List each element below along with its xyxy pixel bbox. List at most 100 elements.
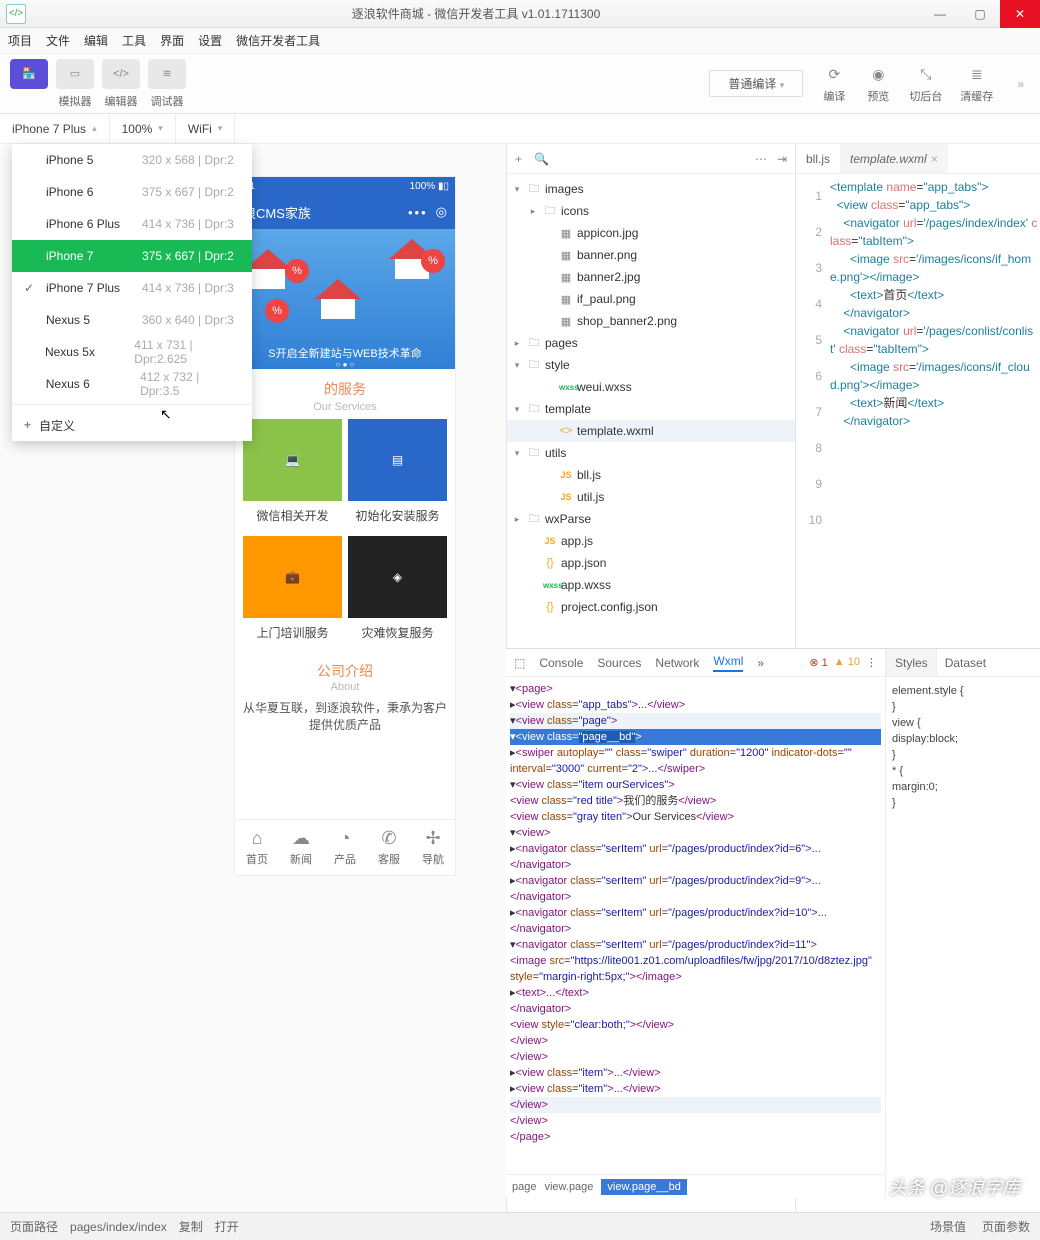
minimize-button[interactable]: — <box>920 0 960 28</box>
tree-folder[interactable]: ▸🗀icons <box>507 200 795 222</box>
editor-tab[interactable]: template.wxml× <box>840 144 948 173</box>
tree-file[interactable]: ▦shop_banner2.png <box>507 310 795 332</box>
tree-file[interactable]: {}app.json <box>507 552 795 574</box>
tree-file[interactable]: JSapp.js <box>507 530 795 552</box>
tree-file[interactable]: JSbll.js <box>507 464 795 486</box>
menu-wxdevtools[interactable]: 微信开发者工具 <box>236 32 320 49</box>
tree-folder[interactable]: ▾🗀style <box>507 354 795 376</box>
chevron-up-icon: ▴ <box>92 123 97 134</box>
tab-news[interactable]: ☁新闻 <box>279 820 323 875</box>
tree-file[interactable]: wxssweui.wxss <box>507 376 795 398</box>
image-icon: ▦ <box>559 271 573 284</box>
phone-banner[interactable]: % % % S开启全新建站与WEB技术革命 ○ ● ○ <box>235 229 455 369</box>
clear-cache-button[interactable]: ≣清缓存 <box>960 64 993 104</box>
window-title: 逐浪软件商城 - 微信开发者工具 v1.01.1711300 <box>32 5 920 22</box>
breadcrumb-item[interactable]: page <box>512 1181 536 1193</box>
add-icon[interactable]: + <box>515 152 522 166</box>
compile-button[interactable]: ⟳编译 <box>821 64 847 104</box>
device-option[interactable]: iPhone 6 Plus414 x 736 | Dpr:3 <box>12 208 252 240</box>
phone-statusbar: :31100% ▮▯ <box>235 177 455 195</box>
service-item[interactable]: ◈灾难恢复服务 <box>348 536 447 647</box>
tab-service[interactable]: ✆客服 <box>367 820 411 875</box>
tree-folder[interactable]: ▾🗀template <box>507 398 795 420</box>
folder-icon: 🗀 <box>527 334 541 353</box>
device-option[interactable]: Nexus 6412 x 732 | Dpr:3.5 <box>12 368 252 400</box>
open-link[interactable]: 打开 <box>215 1218 239 1235</box>
scene-value[interactable]: 场景值 <box>930 1218 966 1235</box>
tree-file[interactable]: {}project.config.json <box>507 596 795 618</box>
inspector-icon[interactable]: ⬚ <box>514 656 525 670</box>
phone-preview: :31100% ▮▯ 浪CMS家族 ••• ◎ % % % S开启全新建站与WE… <box>234 176 456 876</box>
tree-folder[interactable]: ▸🗀wxParse <box>507 508 795 530</box>
more-icon[interactable]: ⋯ <box>755 152 767 166</box>
menu-settings[interactable]: 设置 <box>198 32 222 49</box>
tree-file[interactable]: wxssapp.wxss <box>507 574 795 596</box>
device-option[interactable]: Nexus 5x411 x 731 | Dpr:2.625 <box>12 336 252 368</box>
tab-home[interactable]: ⌂首页 <box>235 820 279 875</box>
styles-tab[interactable]: Styles <box>886 649 937 676</box>
tree-file[interactable]: JSutil.js <box>507 486 795 508</box>
breadcrumb-item[interactable]: view.page <box>544 1181 593 1193</box>
background-button[interactable]: ⤡切后台 <box>909 64 942 104</box>
device-custom[interactable]: +自定义 <box>12 409 252 441</box>
menu-interface[interactable]: 界面 <box>160 32 184 49</box>
tree-file[interactable]: ▦banner.png <box>507 244 795 266</box>
search-icon[interactable]: 🔍 <box>534 152 549 166</box>
device-option[interactable]: Nexus 5360 x 640 | Dpr:3 <box>12 304 252 336</box>
tree-file[interactable]: ▦banner2.jpg <box>507 266 795 288</box>
tree-file[interactable]: <>template.wxml <box>507 420 795 442</box>
target-icon[interactable]: ◎ <box>436 204 447 220</box>
menu-tools[interactable]: 工具 <box>122 32 146 49</box>
tree-file[interactable]: ▦appicon.jpg <box>507 222 795 244</box>
close-button[interactable]: ✕ <box>1000 0 1040 28</box>
dataset-tab[interactable]: Dataset <box>937 649 994 676</box>
more-icon[interactable]: » <box>757 656 764 670</box>
network-select[interactable]: WiFi▾ <box>176 114 236 143</box>
menu-project[interactable]: 项目 <box>8 32 32 49</box>
devtools-tab[interactable]: Network <box>655 656 699 670</box>
devtools-tab[interactable]: Sources <box>597 656 641 670</box>
preview-button[interactable]: ◉预览 <box>865 64 891 104</box>
more-icon[interactable]: ••• <box>408 205 428 220</box>
debugger-button[interactable]: ≋调试器 <box>148 59 186 109</box>
error-badge[interactable]: ⊗ 1 <box>809 656 827 669</box>
device-select[interactable]: iPhone 7 Plus▴ <box>0 114 110 143</box>
home-button[interactable]: 🏪 <box>10 59 48 109</box>
editor-tab[interactable]: bll.js <box>796 144 840 173</box>
wxml-tree[interactable]: ▾<page> ▸<view class="app_tabs">...</vie… <box>506 677 885 1174</box>
tree-folder[interactable]: ▾🗀utils <box>507 442 795 464</box>
close-icon[interactable]: × <box>931 152 938 166</box>
zoom-select[interactable]: 100%▾ <box>110 114 176 143</box>
page-params[interactable]: 页面参数 <box>982 1218 1030 1235</box>
tree-folder[interactable]: ▸🗀pages <box>507 332 795 354</box>
service-item[interactable]: 💼上门培训服务 <box>243 536 342 647</box>
service-item[interactable]: ▤初始化安装服务 <box>348 419 447 530</box>
devtools-menu-icon[interactable]: ⋮ <box>866 656 877 669</box>
chevron-down-icon: ▾ <box>218 123 223 134</box>
tab-products[interactable]: ◔产品 <box>323 820 367 875</box>
maximize-button[interactable]: ▢ <box>960 0 1000 28</box>
simulator-button[interactable]: ▭模拟器 <box>56 59 94 109</box>
styles-content[interactable]: element.style { } view { display:block; … <box>886 677 1040 817</box>
menu-file[interactable]: 文件 <box>46 32 70 49</box>
wxss-icon: wxss <box>559 383 573 392</box>
copy-link[interactable]: 复制 <box>179 1218 203 1235</box>
collapse-icon[interactable]: ⇥ <box>777 152 787 166</box>
tree-folder[interactable]: ▾🗀images <box>507 178 795 200</box>
tree-file[interactable]: ▦if_paul.png <box>507 288 795 310</box>
device-option[interactable]: iPhone 7375 x 667 | Dpr:2 <box>12 240 252 272</box>
device-option[interactable]: iPhone 6375 x 667 | Dpr:2 <box>12 176 252 208</box>
menu-edit[interactable]: 编辑 <box>84 32 108 49</box>
device-option[interactable]: ✓iPhone 7 Plus414 x 736 | Dpr:3 <box>12 272 252 304</box>
banner-caption: S开启全新建站与WEB技术革命 <box>235 345 455 361</box>
device-option[interactable]: iPhone 5320 x 568 | Dpr:2 <box>12 144 252 176</box>
more-icon[interactable]: » <box>1011 77 1030 91</box>
breadcrumb-item[interactable]: view.page__bd <box>601 1179 686 1195</box>
warning-badge[interactable]: ▲ 10 <box>834 656 860 669</box>
devtools-tab[interactable]: Wxml <box>713 654 743 672</box>
devtools-tab[interactable]: Console <box>539 656 583 670</box>
service-item[interactable]: 💻微信相关开发 <box>243 419 342 530</box>
editor-button[interactable]: </>编辑器 <box>102 59 140 109</box>
compile-mode-select[interactable]: 普通编译 ▾ <box>709 70 803 97</box>
tab-nav[interactable]: ✢导航 <box>411 820 455 875</box>
